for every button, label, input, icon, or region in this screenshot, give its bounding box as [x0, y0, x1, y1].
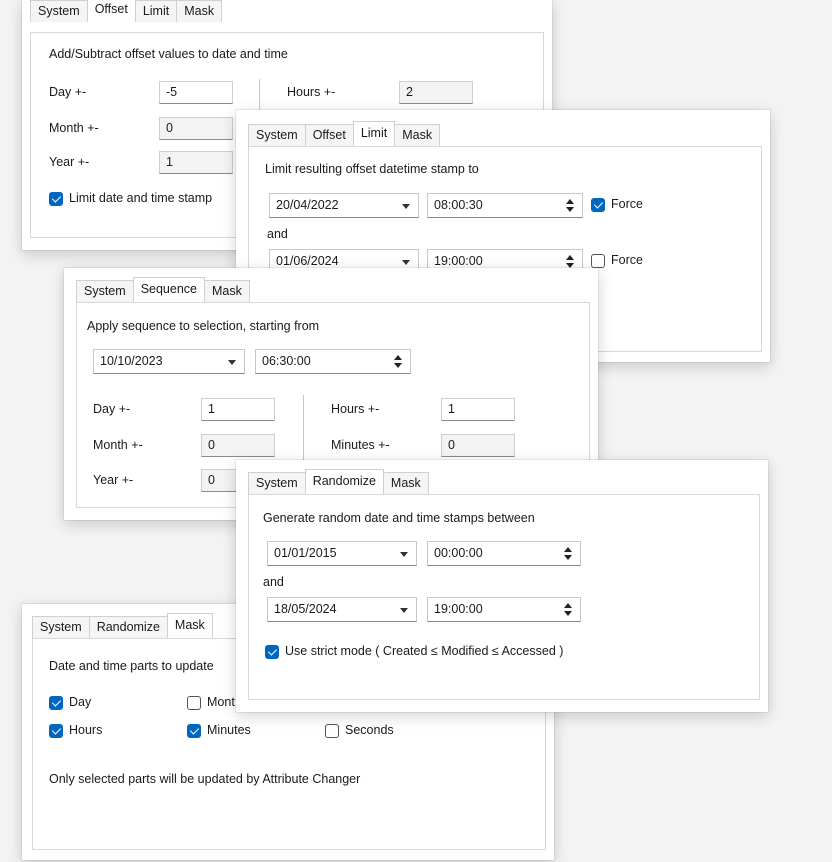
offset-tabs: System Offset Limit Mask	[30, 0, 223, 22]
column-divider	[259, 79, 260, 113]
tab-system[interactable]: System	[76, 280, 134, 302]
minutes-input[interactable]: 0	[441, 434, 515, 457]
month-label: Month +-	[49, 121, 99, 135]
randomize-panel: System Randomize Mask Generate random da…	[236, 460, 768, 712]
tab-sequence[interactable]: Sequence	[132, 277, 205, 302]
sequence-tabs: System Sequence Mask	[76, 277, 250, 302]
sequence-heading: Apply sequence to selection, starting fr…	[87, 319, 320, 333]
randomize-heading: Generate random date and time stamps bet…	[263, 511, 535, 525]
random-to-time: 19:00:00	[434, 602, 483, 616]
force-checkbox-2[interactable]	[591, 254, 605, 268]
year-label: Year +-	[49, 155, 90, 169]
mask-heading: Date and time parts to update	[49, 659, 214, 673]
randomize-tab-content: Generate random date and time stamps bet…	[248, 494, 760, 700]
sequence-start-date: 10/10/2023	[100, 354, 163, 368]
random-to-time-spinner[interactable]: 19:00:00	[427, 597, 581, 622]
and-label: and	[267, 227, 288, 241]
spin-arrows-icon	[566, 255, 574, 269]
year-input[interactable]: 1	[159, 151, 233, 174]
random-from-date-combo[interactable]: 01/01/2015	[267, 541, 417, 566]
limit-from-time-spinner[interactable]: 08:00:30	[427, 193, 583, 218]
hours-label: Hours +-	[331, 402, 380, 416]
tab-mask[interactable]: Mask	[394, 124, 441, 146]
hours-label: Hours +-	[287, 85, 336, 99]
tab-offset[interactable]: Offset	[304, 124, 354, 146]
force-checkbox-1[interactable]	[591, 198, 605, 212]
month-input[interactable]: 0	[159, 117, 233, 140]
seconds-checkbox[interactable]	[325, 724, 339, 738]
hours-checkbox-label: Hours	[69, 723, 103, 737]
hours-input[interactable]: 2	[399, 81, 473, 104]
tab-system[interactable]: System	[248, 124, 306, 146]
day-label: Day +-	[93, 402, 131, 416]
force-label-1: Force	[611, 197, 643, 211]
month-checkbox-label: Mont	[207, 695, 235, 709]
day-input[interactable]: 1	[201, 398, 275, 421]
and-label: and	[263, 575, 284, 589]
randomize-tabs: System Randomize Mask	[248, 469, 429, 494]
limit-to-time: 19:00:00	[434, 254, 483, 268]
chevron-down-icon	[400, 552, 408, 557]
screenshot-canvas: System Offset Limit Mask Add/Subtract of…	[0, 0, 832, 862]
spin-arrows-icon	[566, 199, 574, 213]
random-from-date: 01/01/2015	[274, 546, 337, 560]
tab-limit[interactable]: Limit	[352, 121, 396, 146]
tab-mask[interactable]: Mask	[204, 280, 250, 302]
spin-arrows-icon	[394, 355, 402, 369]
tab-system[interactable]: System	[32, 616, 90, 638]
strict-mode-label: Use strict mode ( Created ≤ Modified ≤ A…	[285, 644, 564, 658]
tab-mask[interactable]: Mask	[166, 613, 213, 638]
limit-heading: Limit resulting offset datetime stamp to	[265, 162, 479, 176]
seconds-checkbox-label: Seconds	[345, 723, 394, 737]
limit-from-time: 08:00:30	[434, 198, 483, 212]
sequence-start-time: 06:30:00	[262, 354, 311, 368]
chevron-down-icon	[402, 260, 410, 265]
sequence-date-combo[interactable]: 10/10/2023	[93, 349, 245, 374]
spin-arrows-icon	[564, 603, 572, 617]
tab-system[interactable]: System	[248, 472, 306, 494]
day-checkbox[interactable]	[49, 696, 63, 710]
chevron-down-icon	[400, 608, 408, 613]
mask-note: Only selected parts will be updated by A…	[49, 772, 361, 786]
hours-checkbox[interactable]	[49, 724, 63, 738]
day-label: Day +-	[49, 85, 87, 99]
force-label-2: Force	[611, 253, 643, 267]
limit-tabs: System Offset Limit Mask	[248, 121, 441, 146]
limit-from-date-combo[interactable]: 20/04/2022	[269, 193, 419, 218]
mask-tabs: System Randomize Mask	[32, 613, 213, 638]
spin-arrows-icon	[564, 547, 572, 561]
month-label: Month +-	[93, 438, 143, 452]
limit-checkbox[interactable]	[49, 192, 63, 206]
tab-randomize[interactable]: Randomize	[304, 469, 384, 494]
day-input[interactable]: -5	[159, 81, 233, 104]
tab-mask[interactable]: Mask	[382, 472, 429, 494]
minutes-label: Minutes +-	[331, 438, 390, 452]
month-checkbox[interactable]	[187, 696, 201, 710]
column-divider	[303, 395, 304, 465]
tab-system[interactable]: System	[30, 0, 88, 22]
tab-mask[interactable]: Mask	[176, 0, 223, 22]
month-input[interactable]: 0	[201, 434, 275, 457]
limit-to-date: 01/06/2024	[276, 254, 339, 268]
year-label: Year +-	[93, 473, 134, 487]
minutes-checkbox[interactable]	[187, 724, 201, 738]
tab-limit[interactable]: Limit	[134, 0, 178, 22]
limit-checkbox-label: Limit date and time stamp	[69, 191, 213, 205]
random-to-date: 18/05/2024	[274, 602, 337, 616]
sequence-time-spinner[interactable]: 06:30:00	[255, 349, 411, 374]
hours-input[interactable]: 1	[441, 398, 515, 421]
tab-offset[interactable]: Offset	[86, 0, 136, 22]
offset-heading: Add/Subtract offset values to date and t…	[49, 47, 288, 61]
random-to-date-combo[interactable]: 18/05/2024	[267, 597, 417, 622]
day-checkbox-label: Day	[69, 695, 92, 709]
random-from-time: 00:00:00	[434, 546, 483, 560]
chevron-down-icon	[228, 360, 236, 365]
random-from-time-spinner[interactable]: 00:00:00	[427, 541, 581, 566]
strict-mode-checkbox[interactable]	[265, 645, 279, 659]
tab-randomize[interactable]: Randomize	[88, 616, 168, 638]
limit-from-date: 20/04/2022	[276, 198, 339, 212]
chevron-down-icon	[402, 204, 410, 209]
minutes-checkbox-label: Minutes	[207, 723, 251, 737]
